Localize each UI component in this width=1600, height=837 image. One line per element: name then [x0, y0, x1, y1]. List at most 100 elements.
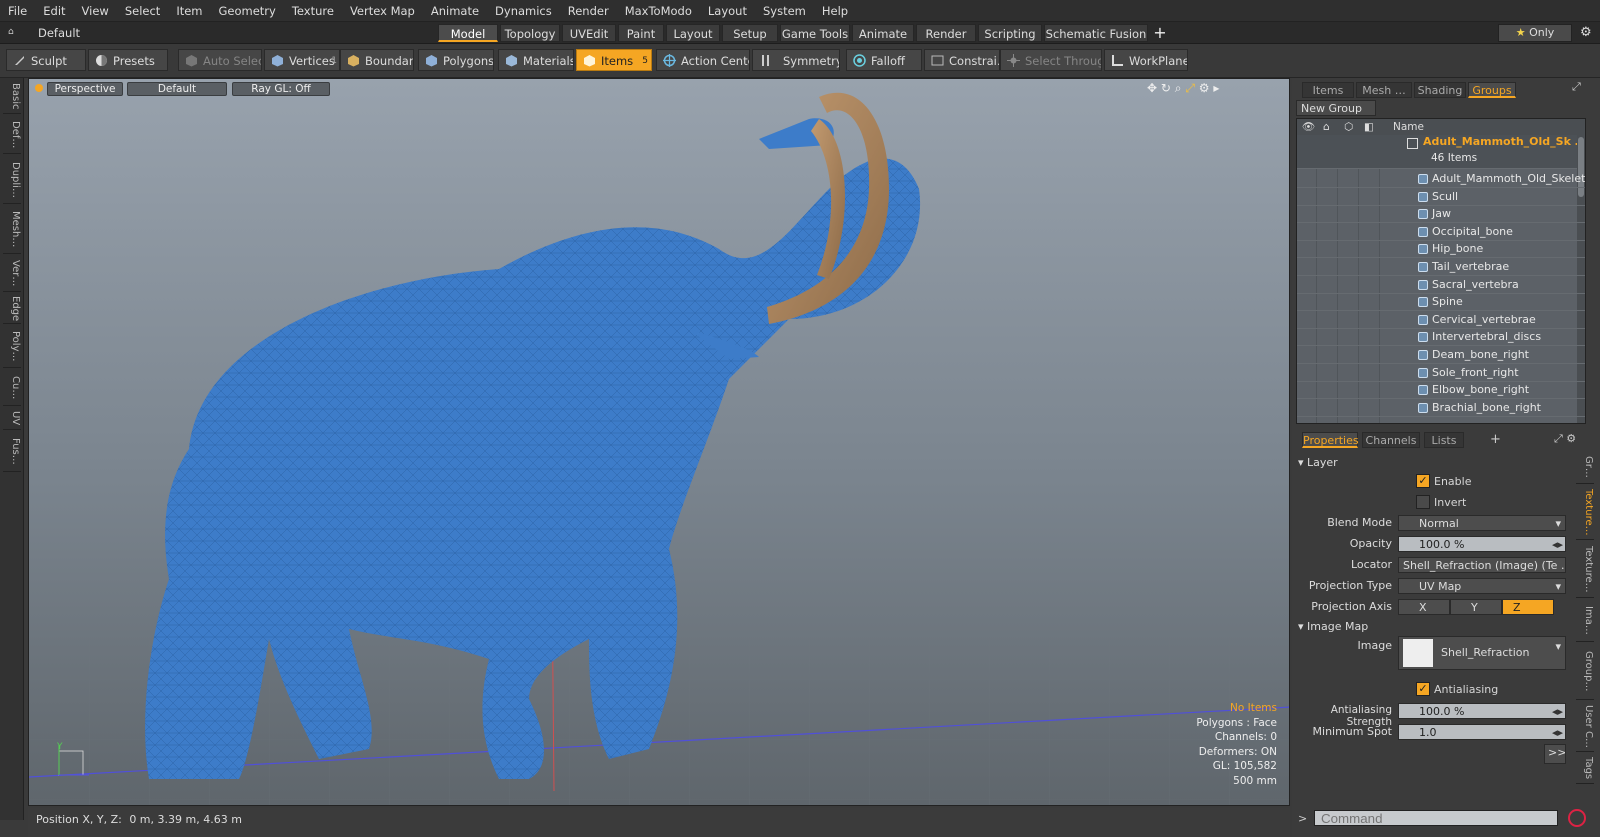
prop-tab-properties[interactable]: Properties: [1302, 432, 1359, 448]
locator-select[interactable]: Shell_Refraction (Image) (Te …: [1398, 557, 1566, 573]
tree-item-row[interactable]: Occipital_bone: [1297, 223, 1585, 241]
record-icon[interactable]: [1568, 809, 1586, 827]
tab-scripting[interactable]: Scripting: [978, 24, 1042, 42]
min-spot-input[interactable]: 1.0 ◂▸: [1398, 724, 1566, 740]
more-button[interactable]: >>: [1544, 744, 1566, 764]
group-row[interactable]: Adult_Mammoth_Old_Sk … 46 Items: [1297, 135, 1585, 169]
aa-strength-input[interactable]: 100.0 % ◂▸: [1398, 703, 1566, 719]
tree-item-row[interactable]: Tail_vertebrae: [1297, 258, 1585, 276]
tab-layout[interactable]: Layout: [666, 24, 720, 42]
stepper-icon[interactable]: ◂▸: [1552, 537, 1563, 551]
stepper-icon[interactable]: ◂▸: [1552, 725, 1563, 739]
menu-item-dynamics[interactable]: Dynamics: [487, 0, 560, 22]
items-button[interactable]: Items 5: [576, 49, 652, 71]
layout-icon[interactable]: ⌂: [8, 27, 18, 37]
menu-item-render[interactable]: Render: [560, 0, 617, 22]
tab-game-tools[interactable]: Game Tools: [780, 24, 850, 42]
left-tab-6[interactable]: Poly…: [3, 326, 21, 368]
command-input[interactable]: [1314, 810, 1558, 826]
tree-item-row[interactable]: Elbow_bone_right: [1297, 381, 1585, 400]
tab-schematic-fusion[interactable]: Schematic Fusion: [1044, 24, 1148, 42]
left-tab-4[interactable]: Ver…: [3, 256, 21, 292]
boundary-button[interactable]: Boundary: [340, 49, 414, 71]
menu-item-layout[interactable]: Layout: [700, 0, 755, 22]
tab-animate[interactable]: Animate: [852, 24, 914, 42]
prop-tab-channels[interactable]: Channels: [1362, 432, 1420, 448]
auto-select-button[interactable]: Auto Select: [178, 49, 262, 71]
left-tab-9[interactable]: Fus…: [3, 432, 21, 472]
side-tab-3[interactable]: Ima…: [1576, 600, 1594, 642]
select-through-button[interactable]: Select Through: [1000, 49, 1102, 71]
tab-render[interactable]: Render: [916, 24, 976, 42]
side-tab-4[interactable]: Group…: [1576, 644, 1594, 700]
enable-checkbox[interactable]: ✓: [1416, 474, 1430, 488]
side-tab-2[interactable]: Texture…: [1576, 542, 1594, 598]
opacity-input[interactable]: 100.0 % ◂▸: [1398, 536, 1566, 552]
menu-item-animate[interactable]: Animate: [423, 0, 487, 22]
add-prop-tab-icon[interactable]: +: [1490, 432, 1501, 447]
action-center-button[interactable]: Action Center: [656, 49, 750, 71]
menu-item-geometry[interactable]: Geometry: [211, 0, 284, 22]
menu-item-maxtomodo[interactable]: MaxToModo: [617, 0, 700, 22]
tree-item-row[interactable]: Brachial_bone_right: [1297, 399, 1585, 417]
menu-item-item[interactable]: Item: [168, 0, 210, 22]
tree-item-row[interactable]: Deam_bone_right: [1297, 346, 1585, 364]
right-tab-groups[interactable]: Groups: [1468, 82, 1516, 98]
prop-tab-lists[interactable]: Lists: [1424, 432, 1464, 448]
polygons-button[interactable]: Polygons: [418, 49, 494, 71]
tree-item-row[interactable]: Adult_Mammoth_Old_Skelet…: [1297, 170, 1585, 188]
right-tab-items[interactable]: Items: [1302, 82, 1354, 98]
gear-icon[interactable]: ⚙: [1580, 24, 1596, 42]
menu-item-vertex-map[interactable]: Vertex Map: [342, 0, 423, 22]
side-tab-5[interactable]: User C…: [1576, 702, 1594, 752]
falloff-button[interactable]: Falloff: [846, 49, 922, 71]
tab-setup[interactable]: Setup: [722, 24, 778, 42]
constrain-button[interactable]: Constrai…: [924, 49, 1000, 71]
menu-item-view[interactable]: View: [74, 0, 117, 22]
tab-topology[interactable]: Topology: [500, 24, 560, 42]
left-tab-8[interactable]: UV: [3, 408, 21, 430]
menu-item-system[interactable]: System: [755, 0, 814, 22]
prop-expand-icon[interactable]: ⤢ ⚙: [1554, 432, 1576, 446]
blend-mode-select[interactable]: Normal ▾: [1398, 515, 1566, 531]
side-tab-1[interactable]: Texture…: [1576, 486, 1594, 540]
left-tab-0[interactable]: Basic: [3, 80, 21, 114]
menu-item-texture[interactable]: Texture: [284, 0, 342, 22]
add-tab-icon[interactable]: +: [1152, 23, 1168, 43]
tab-model[interactable]: Model: [438, 24, 498, 42]
tree-item-row[interactable]: Sacral_vertebra: [1297, 276, 1585, 294]
left-tab-7[interactable]: Cu…: [3, 370, 21, 406]
materials-button[interactable]: Materials: [498, 49, 574, 71]
antialiasing-checkbox[interactable]: ✓: [1416, 682, 1430, 696]
tab-uvedit[interactable]: UVEdit: [562, 24, 616, 42]
only-button[interactable]: ★ Only: [1498, 24, 1572, 42]
projection-type-select[interactable]: UV Map ▾: [1398, 578, 1566, 594]
stepper-icon[interactable]: ◂▸: [1552, 704, 1563, 718]
image-map-section-header[interactable]: ▾ Image Map: [1298, 620, 1368, 633]
workplane-button[interactable]: WorkPlane: [1104, 49, 1188, 71]
right-tab-mesh[interactable]: Mesh …: [1356, 82, 1412, 98]
menu-item-file[interactable]: File: [0, 0, 35, 22]
tree-item-row[interactable]: Jaw: [1297, 205, 1585, 224]
left-tab-2[interactable]: Dupli…: [3, 156, 21, 204]
tab-paint[interactable]: Paint: [618, 24, 664, 42]
3d-viewport[interactable]: Perspective Default Ray GL: Off ✥ ↻ ⌕ ⤢ …: [28, 78, 1290, 806]
vertices-button[interactable]: Vertices 1: [264, 49, 340, 71]
axis-z-button[interactable]: Z: [1502, 599, 1554, 615]
left-tab-1[interactable]: Def…: [3, 116, 21, 154]
invert-checkbox[interactable]: [1416, 495, 1430, 509]
tree-item-row[interactable]: Sole_front_right: [1297, 364, 1585, 382]
tree-item-row[interactable]: Hip_bone: [1297, 240, 1585, 259]
tree-item-row[interactable]: Spine: [1297, 293, 1585, 312]
left-tab-3[interactable]: Mesh…: [3, 206, 21, 254]
right-tab-shading[interactable]: Shading: [1414, 82, 1466, 98]
new-group-button[interactable]: New Group: [1296, 100, 1376, 116]
image-select[interactable]: Shell_Refraction ▾: [1398, 636, 1566, 670]
tree-item-row[interactable]: Scull: [1297, 188, 1585, 206]
menu-item-edit[interactable]: Edit: [35, 0, 73, 22]
axis-y-button[interactable]: Y: [1450, 599, 1502, 615]
sculpt-button[interactable]: Sculpt: [6, 49, 86, 71]
default-layouts-dropdown[interactable]: Default Layouts ▾: [18, 25, 128, 56]
axis-x-button[interactable]: X: [1398, 599, 1450, 615]
symmetry-button[interactable]: Symmetry: [752, 49, 840, 71]
